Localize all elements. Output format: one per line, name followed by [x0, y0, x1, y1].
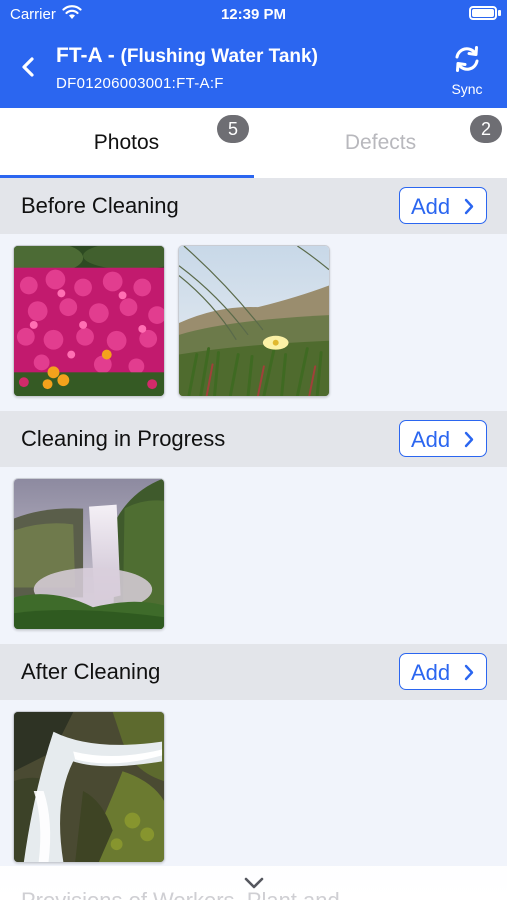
sync-label: Sync	[451, 81, 483, 97]
tab-defects-label: Defects	[344, 131, 417, 154]
tab-defects[interactable]: Defects 2	[254, 108, 507, 178]
add-button-label: Add	[411, 194, 451, 219]
status-time: 12:39 PM	[220, 6, 287, 23]
sync-icon	[455, 46, 479, 72]
add-button-label: Add	[411, 427, 451, 452]
section-title: After Cleaning	[21, 659, 161, 684]
section-title: Cleaning in Progress	[21, 426, 226, 451]
battery-tip	[498, 10, 501, 16]
page-subtitle: DF01206003001:FT-A:F	[56, 75, 224, 92]
flowers-photo	[14, 246, 164, 396]
add-cleaning-in-progress-button[interactable]: Add	[399, 420, 487, 457]
add-after-cleaning-button[interactable]: Add	[399, 653, 487, 690]
tab-photos[interactable]: Photos 5	[0, 108, 254, 178]
section-header-cleaning-in-progress: Cleaning in Progress Add	[0, 411, 507, 467]
sync-button[interactable]: Sync	[445, 42, 489, 100]
tab-bar: Photos 5 Defects 2	[0, 108, 507, 178]
add-button-label: Add	[411, 660, 451, 685]
chevron-down-icon[interactable]	[243, 876, 265, 890]
section-header-before-cleaning: Before Cleaning Add	[0, 178, 507, 234]
tab-photos-label: Photos	[93, 131, 160, 154]
waterfall-photo	[14, 479, 164, 629]
status-bar: Carrier 12:39 PM	[0, 0, 507, 30]
beach-grass-photo	[179, 246, 329, 396]
header-bar: Carrier 12:39 PM FT-A - (Flushing Water …	[0, 0, 507, 108]
page-title-sub: (Flushing Water Tank)	[120, 46, 318, 67]
page-title: FT-A - (Flushing Water Tank)	[56, 44, 318, 68]
back-button[interactable]	[12, 50, 46, 84]
tab-defects-count-badge: 2	[470, 115, 502, 143]
add-before-cleaning-button[interactable]: Add	[399, 187, 487, 224]
photo-thumbnail-flowers[interactable]	[13, 245, 165, 397]
section-header-after-cleaning: After Cleaning Add	[0, 644, 507, 700]
next-section-title-peek: Provisions of Workers, Plant and	[21, 888, 340, 900]
chevron-right-icon	[464, 198, 474, 215]
chevron-left-icon	[22, 57, 34, 77]
bottom-expand-bar[interactable]: Provisions of Workers, Plant and	[0, 866, 507, 900]
photo-thumbnail-river[interactable]	[13, 711, 165, 863]
chevron-right-icon	[464, 664, 474, 681]
chevron-right-icon	[464, 431, 474, 448]
river-photo	[14, 712, 164, 862]
battery-icon	[469, 6, 497, 20]
tab-photos-count-badge: 5	[217, 115, 249, 143]
photo-thumbnail-beach-grass[interactable]	[178, 245, 330, 397]
photo-thumbnail-waterfall[interactable]	[13, 478, 165, 630]
section-title: Before Cleaning	[21, 193, 179, 218]
page-title-main: FT-A -	[56, 44, 121, 67]
